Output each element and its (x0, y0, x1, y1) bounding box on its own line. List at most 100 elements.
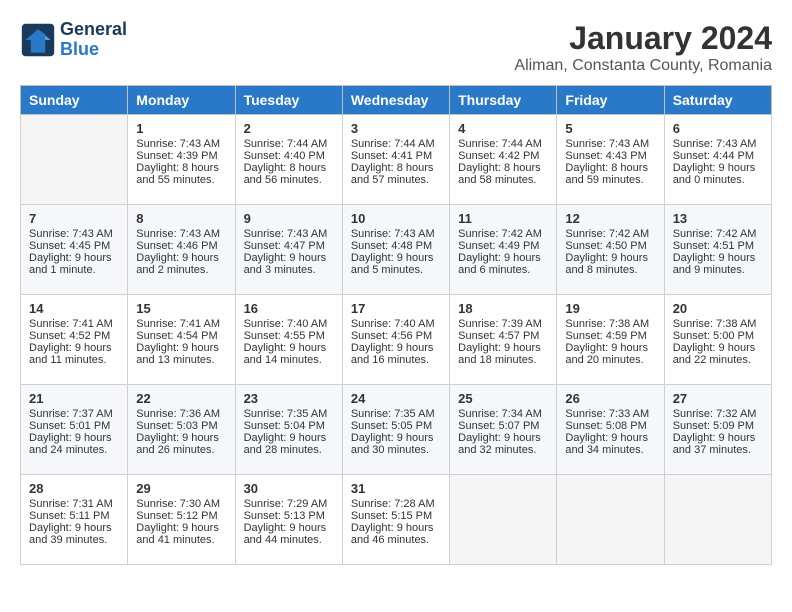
daylight-text: Daylight: 9 hours and 44 minutes. (244, 522, 334, 546)
sunset-text: Sunset: 5:12 PM (136, 510, 226, 522)
sunrise-text: Sunrise: 7:44 AM (458, 138, 548, 150)
week-row-4: 21Sunrise: 7:37 AMSunset: 5:01 PMDayligh… (21, 385, 772, 475)
calendar-cell: 26 Sunrise: 7:33 AMSunset: 5:08 PMDayligh… (557, 385, 664, 475)
day-number: 14 (29, 301, 119, 316)
sunrise-text: Sunrise: 7:39 AM (458, 318, 548, 330)
col-header-tuesday: Tuesday (235, 86, 342, 115)
calendar-cell: 4 Sunrise: 7:44 AMSunset: 4:42 PMDaylight… (450, 115, 557, 205)
calendar-cell: 6Sunrise: 7:43 AMSunset: 4:44 PMDaylight… (664, 115, 771, 205)
daylight-text: Daylight: 9 hours and 2 minutes. (136, 252, 226, 276)
calendar-cell: 27 Sunrise: 7:32 AMSunset: 5:09 PMDayligh… (664, 385, 771, 475)
daylight-text: Daylight: 9 hours and 5 minutes. (351, 252, 441, 276)
daylight-text: Daylight: 9 hours and 34 minutes. (565, 432, 655, 456)
sunset-text: Sunset: 4:39 PM (136, 150, 226, 162)
day-number: 24 (351, 391, 441, 406)
day-number: 9 (244, 211, 334, 226)
calendar-cell: 10Sunrise: 7:43 AMSunset: 4:48 PMDayligh… (342, 205, 449, 295)
day-number: 21 (29, 391, 119, 406)
day-number: 19 (565, 301, 655, 316)
day-number: 30 (244, 481, 334, 496)
header-row: SundayMondayTuesdayWednesdayThursdayFrid… (21, 86, 772, 115)
day-number: 26 (565, 391, 655, 406)
daylight-text: Daylight: 9 hours and 37 minutes. (673, 432, 763, 456)
sunset-text: Sunset: 4:47 PM (244, 240, 334, 252)
sunset-text: Sunset: 4:54 PM (136, 330, 226, 342)
sunrise-text: Sunrise: 7:36 AM (136, 408, 226, 420)
day-number: 4 (458, 121, 548, 136)
day-number: 31 (351, 481, 441, 496)
sunset-text: Sunset: 4:48 PM (351, 240, 441, 252)
sunset-text: Sunset: 5:08 PM (565, 420, 655, 432)
sunrise-text: Sunrise: 7:29 AM (244, 498, 334, 510)
calendar-cell: 16Sunrise: 7:40 AMSunset: 4:55 PMDayligh… (235, 295, 342, 385)
day-number: 13 (673, 211, 763, 226)
col-header-thursday: Thursday (450, 86, 557, 115)
daylight-text: Daylight: 9 hours and 0 minutes. (673, 162, 763, 186)
daylight-text: Daylight: 9 hours and 1 minute. (29, 252, 119, 276)
location-title: Aliman, Constanta County, Romania (514, 57, 772, 75)
sunset-text: Sunset: 4:42 PM (458, 150, 548, 162)
sunrise-text: Sunrise: 7:34 AM (458, 408, 548, 420)
daylight-text: Daylight: 9 hours and 14 minutes. (244, 342, 334, 366)
day-number: 1 (136, 121, 226, 136)
week-row-5: 28Sunrise: 7:31 AMSunset: 5:11 PMDayligh… (21, 475, 772, 565)
sunset-text: Sunset: 4:52 PM (29, 330, 119, 342)
day-number: 6 (673, 121, 763, 136)
day-number: 12 (565, 211, 655, 226)
sunset-text: Sunset: 5:00 PM (673, 330, 763, 342)
sunset-text: Sunset: 5:03 PM (136, 420, 226, 432)
daylight-text: Daylight: 8 hours and 58 minutes. (458, 162, 548, 186)
sunset-text: Sunset: 4:43 PM (565, 150, 655, 162)
daylight-text: Daylight: 8 hours and 56 minutes. (244, 162, 334, 186)
sunrise-text: Sunrise: 7:33 AM (565, 408, 655, 420)
day-number: 29 (136, 481, 226, 496)
calendar-cell: 18Sunrise: 7:39 AMSunset: 4:57 PMDayligh… (450, 295, 557, 385)
sunset-text: Sunset: 4:46 PM (136, 240, 226, 252)
sunrise-text: Sunrise: 7:41 AM (29, 318, 119, 330)
day-number: 20 (673, 301, 763, 316)
calendar-cell: 8Sunrise: 7:43 AMSunset: 4:46 PMDaylight… (128, 205, 235, 295)
daylight-text: Daylight: 9 hours and 41 minutes. (136, 522, 226, 546)
sunrise-text: Sunrise: 7:43 AM (673, 138, 763, 150)
calendar-cell: 28Sunrise: 7:31 AMSunset: 5:11 PMDayligh… (21, 475, 128, 565)
daylight-text: Daylight: 9 hours and 8 minutes. (565, 252, 655, 276)
day-number: 27 (673, 391, 763, 406)
sunrise-text: Sunrise: 7:42 AM (673, 228, 763, 240)
logo-text-line2: Blue (60, 40, 127, 60)
sunrise-text: Sunrise: 7:43 AM (136, 138, 226, 150)
sunset-text: Sunset: 5:09 PM (673, 420, 763, 432)
day-number: 11 (458, 211, 548, 226)
calendar-table: SundayMondayTuesdayWednesdayThursdayFrid… (20, 85, 772, 565)
sunrise-text: Sunrise: 7:32 AM (673, 408, 763, 420)
day-number: 8 (136, 211, 226, 226)
daylight-text: Daylight: 9 hours and 16 minutes. (351, 342, 441, 366)
daylight-text: Daylight: 9 hours and 32 minutes. (458, 432, 548, 456)
sunrise-text: Sunrise: 7:40 AM (244, 318, 334, 330)
sunset-text: Sunset: 5:15 PM (351, 510, 441, 522)
sunrise-text: Sunrise: 7:42 AM (565, 228, 655, 240)
day-number: 3 (351, 121, 441, 136)
sunset-text: Sunset: 5:07 PM (458, 420, 548, 432)
logo-icon (20, 22, 56, 58)
sunset-text: Sunset: 4:49 PM (458, 240, 548, 252)
calendar-cell: 21Sunrise: 7:37 AMSunset: 5:01 PMDayligh… (21, 385, 128, 475)
page-header: General Blue January 2024 Aliman, Consta… (20, 20, 772, 75)
col-header-wednesday: Wednesday (342, 86, 449, 115)
calendar-cell: 12Sunrise: 7:42 AMSunset: 4:50 PMDayligh… (557, 205, 664, 295)
calendar-cell: 24Sunrise: 7:35 AMSunset: 5:05 PMDayligh… (342, 385, 449, 475)
sunrise-text: Sunrise: 7:40 AM (351, 318, 441, 330)
sunrise-text: Sunrise: 7:43 AM (565, 138, 655, 150)
sunset-text: Sunset: 4:59 PM (565, 330, 655, 342)
daylight-text: Daylight: 9 hours and 26 minutes. (136, 432, 226, 456)
day-number: 25 (458, 391, 548, 406)
sunrise-text: Sunrise: 7:41 AM (136, 318, 226, 330)
sunset-text: Sunset: 4:45 PM (29, 240, 119, 252)
sunset-text: Sunset: 5:04 PM (244, 420, 334, 432)
daylight-text: Daylight: 9 hours and 9 minutes. (673, 252, 763, 276)
title-block: January 2024 Aliman, Constanta County, R… (514, 20, 772, 75)
sunset-text: Sunset: 4:57 PM (458, 330, 548, 342)
sunrise-text: Sunrise: 7:38 AM (565, 318, 655, 330)
logo-text-line1: General (60, 20, 127, 40)
daylight-text: Daylight: 8 hours and 57 minutes. (351, 162, 441, 186)
sunrise-text: Sunrise: 7:44 AM (244, 138, 334, 150)
